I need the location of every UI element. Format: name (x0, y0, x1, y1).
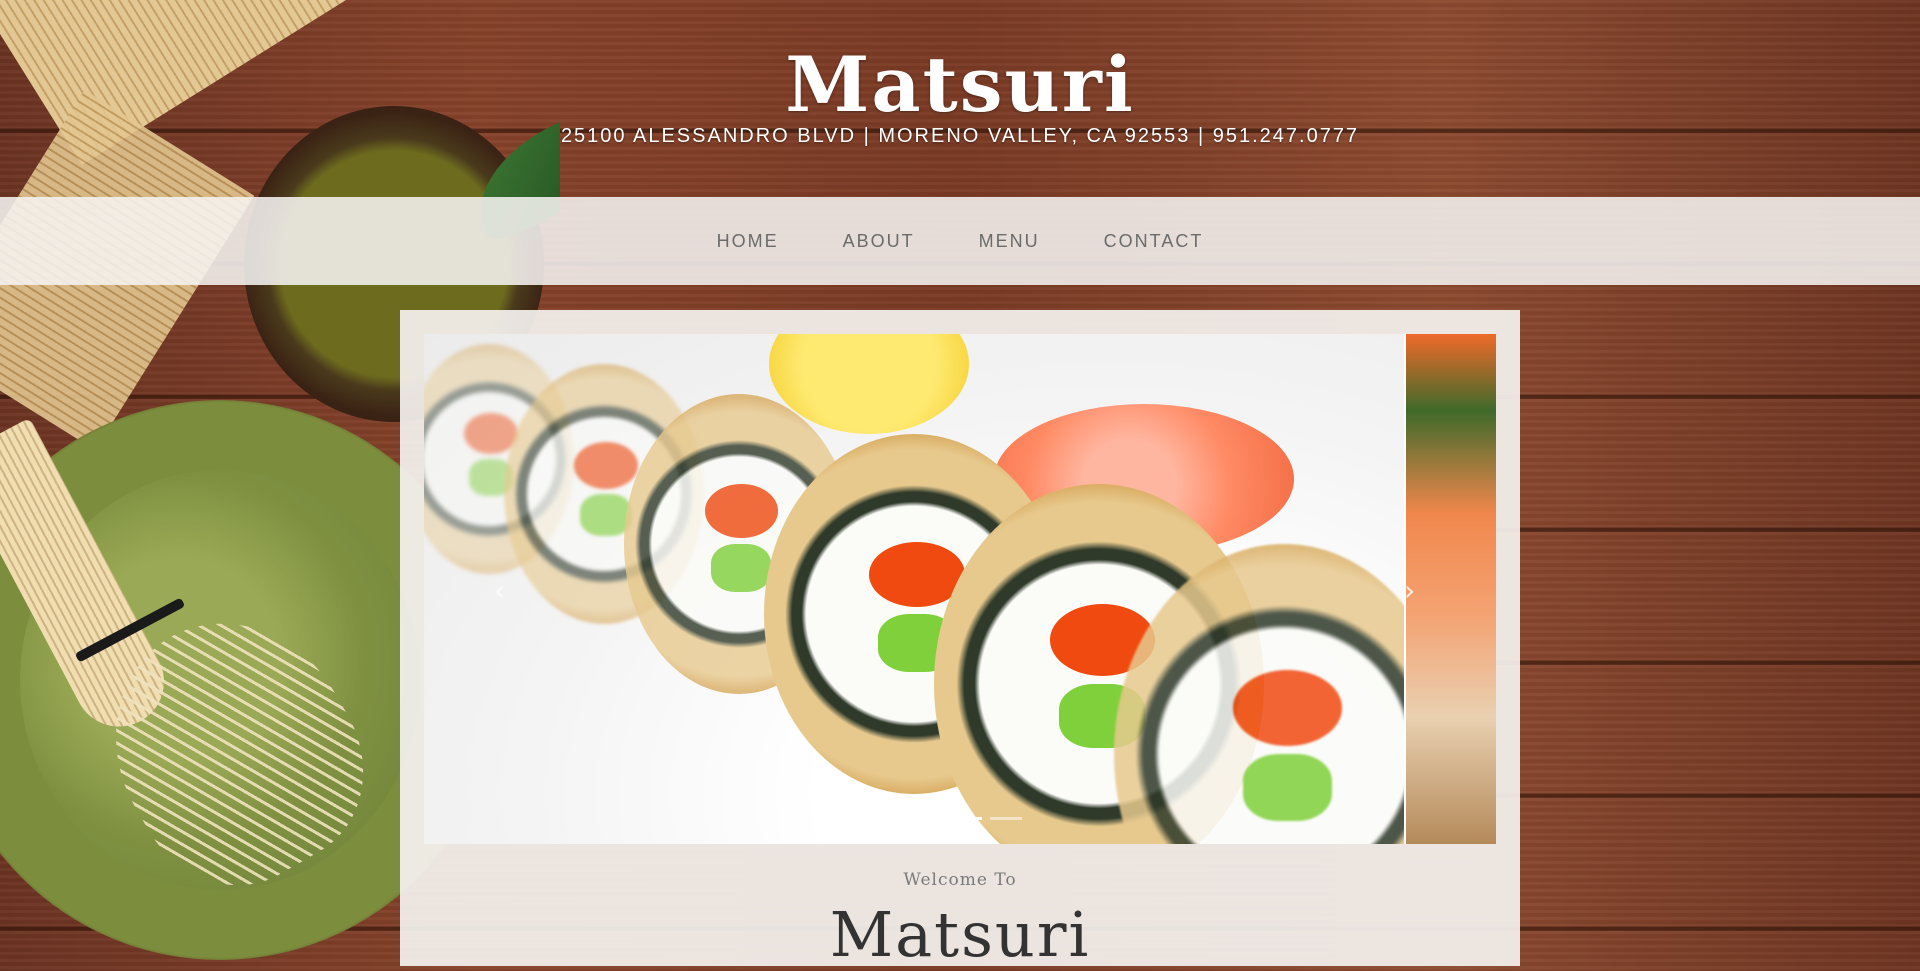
content-panel: ‹ › Welcome To Matsuri (400, 310, 1520, 970)
nav-item-home[interactable]: HOME (717, 231, 779, 252)
welcome-title: Matsuri (829, 898, 1091, 971)
site-logo[interactable]: Matsuri (0, 40, 1920, 130)
welcome-intro: Welcome To (903, 870, 1017, 890)
chevron-left-icon[interactable]: ‹ (494, 574, 505, 607)
slider-dot-1[interactable] (910, 817, 942, 820)
main-nav: HOME ABOUT MENU CONTACT (0, 197, 1920, 285)
chevron-right-icon[interactable]: › (1404, 574, 1415, 607)
nav-item-about[interactable]: ABOUT (843, 231, 915, 252)
nav-item-contact[interactable]: CONTACT (1104, 231, 1204, 252)
slider-pagination (910, 817, 1022, 820)
slider-dot-3[interactable] (990, 817, 1022, 820)
slide-sushi-rolls (424, 334, 1404, 844)
nav-item-menu[interactable]: MENU (979, 231, 1040, 252)
slide-next-preview (1406, 334, 1496, 844)
address-line: 25100 ALESSANDRO BLVD | MORENO VALLEY, C… (560, 125, 1360, 147)
image-slider[interactable]: ‹ › (424, 334, 1496, 844)
slider-dot-2[interactable] (950, 817, 982, 820)
